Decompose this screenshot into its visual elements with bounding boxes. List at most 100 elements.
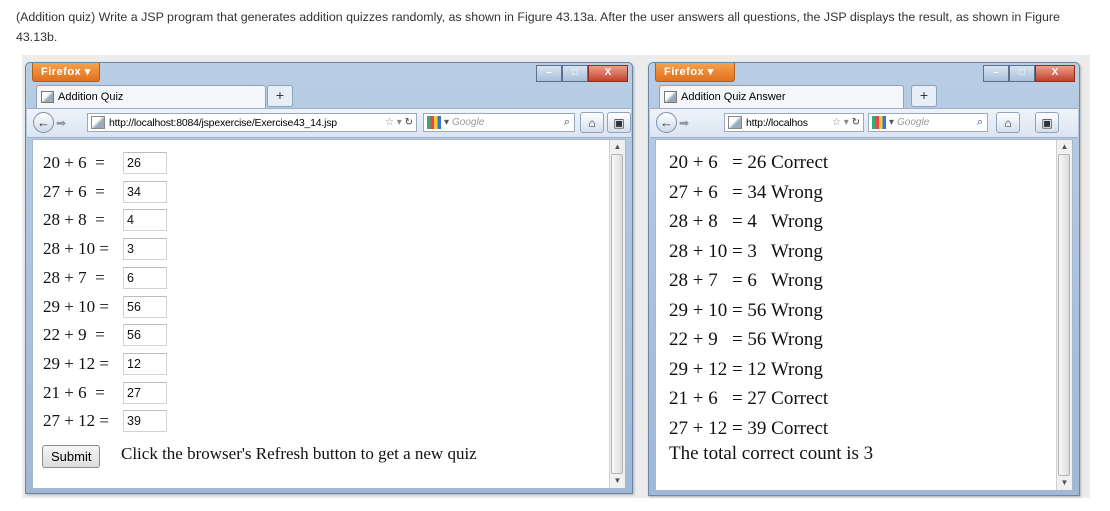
url-text: http://localhost:8084/jspexercise/Exerci… <box>109 116 337 129</box>
maximize-button[interactable]: □ <box>562 65 588 82</box>
quiz-question-row: 27 + 6 = 34 <box>43 180 167 204</box>
new-tab-button[interactable]: + <box>267 85 293 107</box>
scroll-thumb[interactable] <box>1058 154 1070 476</box>
result-row: 29 + 12 = 12 Wrong <box>669 358 823 380</box>
back-arrow-icon[interactable]: ← <box>33 112 54 133</box>
question-expression: 21 + 6 = <box>43 382 105 402</box>
answer-input[interactable]: 4 <box>123 209 167 232</box>
scroll-up-icon[interactable]: ▲ <box>1057 140 1072 154</box>
quiz-question-row: 28 + 8 = 4 <box>43 208 167 232</box>
question-expression: 27 + 12 = <box>43 411 109 431</box>
answer-input[interactable]: 6 <box>123 266 167 289</box>
forward-arrow-icon[interactable]: ➡ <box>679 116 689 130</box>
reload-icon[interactable]: ↻ <box>852 117 860 128</box>
star-icon[interactable]: ☆ <box>385 117 394 128</box>
search-dropdown-icon[interactable]: ▾ <box>444 117 449 128</box>
answer-input[interactable]: 34 <box>123 180 167 203</box>
question-expression: 29 + 10 = <box>43 296 109 316</box>
scroll-down-icon[interactable]: ▼ <box>610 474 625 488</box>
search-box[interactable]: ▾ Google ⌕ <box>423 113 575 132</box>
answer-input[interactable]: 26 <box>123 152 167 174</box>
result-row: 29 + 10 = 56 Wrong <box>669 299 823 321</box>
dropdown-icon[interactable]: ▾ <box>844 117 849 128</box>
page-icon <box>664 91 677 103</box>
question-expression: 22 + 9 = <box>43 325 105 345</box>
search-box[interactable]: ▾ Google ⌕ <box>868 113 988 132</box>
url-actions: ☆ ▾ ↻ <box>385 117 416 128</box>
tab-title: Addition Quiz Answer <box>681 91 786 103</box>
navigation-toolbar: ← ➡ http://localhos ☆ ▾ ↻ ▾ Google ⌕ ⌂ ▣ <box>650 108 1078 138</box>
reload-icon[interactable]: ↻ <box>405 117 413 128</box>
bookmarks-icon[interactable]: ▣ <box>1035 112 1059 133</box>
firefox-menu-button[interactable]: Firefox ▾ <box>32 63 100 82</box>
back-arrow-icon[interactable]: ← <box>656 112 677 133</box>
result-row: 28 + 7 = 6 Wrong <box>669 270 823 291</box>
answer-browser-window: Firefox ▾ – □ X Addition Quiz Answer + ←… <box>648 62 1080 496</box>
search-dropdown-icon[interactable]: ▾ <box>889 117 894 128</box>
navigation-toolbar: ← ➡ http://localhost:8084/jspexercise/Ex… <box>27 108 631 138</box>
dropdown-icon[interactable]: ▾ <box>397 117 402 128</box>
search-placeholder: Google <box>452 117 485 128</box>
quiz-question-row: 28 + 7 = 6 <box>43 266 167 290</box>
answer-input[interactable]: 27 <box>123 381 167 404</box>
answer-input[interactable]: 12 <box>123 352 167 375</box>
close-button[interactable]: X <box>588 65 628 82</box>
result-row: 27 + 6 = 34 Wrong <box>669 181 823 203</box>
firefox-menu-button[interactable]: Firefox ▾ <box>655 63 735 82</box>
answer-input[interactable]: 56 <box>123 324 167 347</box>
firefox-menu-label: Firefox <box>41 66 82 78</box>
question-expression: 28 + 10 = <box>43 239 109 259</box>
new-tab-button[interactable]: + <box>911 85 937 107</box>
result-row: 27 + 12 = 39 Correct <box>669 417 829 439</box>
quiz-question-row: 28 + 10 = 3 <box>43 237 167 261</box>
question-expression: 28 + 8 = <box>43 210 105 230</box>
address-bar[interactable]: http://localhost:8084/jspexercise/Exerci… <box>87 113 417 132</box>
search-placeholder: Google <box>897 117 930 128</box>
minimize-button[interactable]: – <box>536 65 562 82</box>
scroll-down-icon[interactable]: ▼ <box>1057 476 1072 490</box>
address-bar[interactable]: http://localhos ☆ ▾ ↻ <box>724 113 864 132</box>
search-icon[interactable]: ⌕ <box>977 116 987 129</box>
star-icon[interactable]: ☆ <box>832 117 841 128</box>
close-button[interactable]: X <box>1035 65 1075 82</box>
submit-button[interactable]: Submit <box>42 445 101 468</box>
page-icon <box>41 91 54 103</box>
quiz-question-row: 20 + 6 = 26 <box>43 151 167 175</box>
answer-input[interactable]: 39 <box>123 410 167 433</box>
exercise-description: (Addition quiz) Write a JSP program that… <box>16 10 1060 44</box>
question-expression: 29 + 12 = <box>43 353 109 373</box>
search-icon[interactable]: ⌕ <box>564 116 574 129</box>
quiz-question-row: 27 + 12 = 39 <box>43 409 167 433</box>
vertical-scrollbar[interactable]: ▲ ▼ <box>1056 140 1072 490</box>
question-expression: 20 + 6 = <box>43 153 105 172</box>
site-icon <box>91 116 105 129</box>
scroll-thumb[interactable] <box>611 154 623 474</box>
tab-title: Addition Quiz <box>58 91 124 103</box>
vertical-scrollbar[interactable]: ▲ ▼ <box>609 140 625 488</box>
tab-addition-quiz[interactable]: Addition Quiz <box>36 85 266 108</box>
answer-page-content: 20 + 6 = 26 Correct 27 + 6 = 34 Wrong 28 +… <box>655 139 1073 491</box>
result-row: 20 + 6 = 26 Correct <box>669 152 829 173</box>
quiz-question-row: 21 + 6 = 27 <box>43 381 167 405</box>
back-forward-group: ← ➡ <box>656 112 694 133</box>
total-correct-count: The total correct count is 3 <box>669 443 874 464</box>
answer-input[interactable]: 3 <box>123 238 167 261</box>
back-forward-group: ← ➡ <box>33 112 71 133</box>
home-icon[interactable]: ⌂ <box>580 112 604 133</box>
minimize-button[interactable]: – <box>983 65 1009 82</box>
question-expression: 28 + 7 = <box>43 267 105 287</box>
answer-input[interactable]: 56 <box>123 295 167 318</box>
url-actions: ☆ ▾ ↻ <box>832 117 863 128</box>
forward-arrow-icon[interactable]: ➡ <box>56 116 66 130</box>
refresh-hint: Click the browser's Refresh button to ge… <box>121 444 477 463</box>
maximize-button[interactable]: □ <box>1009 65 1035 82</box>
quiz-browser-window: Firefox ▾ – □ X Addition Quiz + ← ➡ http… <box>25 62 633 494</box>
firefox-menu-label: Firefox <box>664 66 705 78</box>
quiz-page-content: 20 + 6 = 26 27 + 6 = 34 28 + 8 = 4 28 + 10 = 3 2… <box>32 139 626 489</box>
tab-addition-quiz-answer[interactable]: Addition Quiz Answer <box>659 85 904 108</box>
scroll-up-icon[interactable]: ▲ <box>610 140 625 154</box>
site-icon <box>728 116 742 129</box>
home-icon[interactable]: ⌂ <box>996 112 1020 133</box>
bookmarks-icon[interactable]: ▣ <box>607 112 631 133</box>
url-text: http://localhos <box>746 116 808 129</box>
